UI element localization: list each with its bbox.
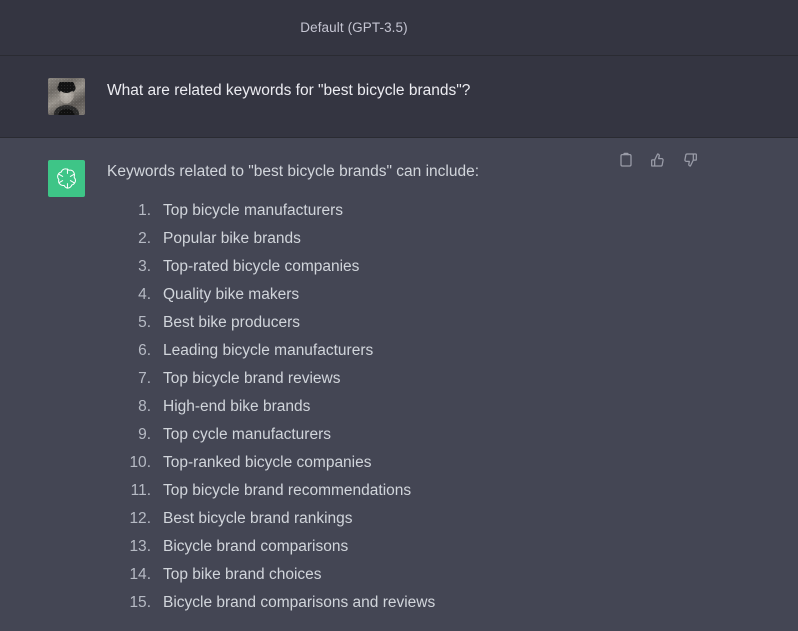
user-message-text: What are related keywords for "best bicy… (107, 78, 658, 103)
list-item: Leading bicycle manufacturers (107, 337, 658, 365)
list-item: Top bicycle brand recommendations (107, 477, 658, 505)
keyword-list: Top bicycle manufacturers Popular bike b… (107, 197, 658, 617)
model-label: Default (GPT-3.5) (300, 21, 408, 35)
assistant-message-inner: Keywords related to "best bicycle brands… (0, 138, 798, 631)
user-message-row: What are related keywords for "best bicy… (0, 56, 798, 138)
list-item: Best bike producers (107, 309, 658, 337)
list-item: Top bicycle manufacturers (107, 197, 658, 225)
list-item: Top bicycle brand reviews (107, 365, 658, 393)
message-actions (616, 150, 700, 170)
list-item: Top-ranked bicycle companies (107, 449, 658, 477)
chat-scroll-area[interactable]: What are related keywords for "best bicy… (0, 56, 798, 631)
list-item: Top cycle manufacturers (107, 421, 658, 449)
assistant-message-body: Keywords related to "best bicycle brands… (107, 160, 798, 617)
copy-icon[interactable] (616, 150, 636, 170)
openai-logo-icon (48, 160, 85, 197)
list-item: Bicycle brand comparisons (107, 533, 658, 561)
list-item: Top bike brand choices (107, 561, 658, 589)
user-photo-avatar (48, 78, 85, 115)
user-message-body: What are related keywords for "best bicy… (107, 78, 798, 115)
list-item: Quality bike makers (107, 281, 658, 309)
assistant-lead-text: Keywords related to "best bicycle brands… (107, 160, 658, 185)
user-message-inner: What are related keywords for "best bicy… (0, 56, 798, 137)
list-item: Popular bike brands (107, 225, 658, 253)
chatgpt-window: Default (GPT-3.5) What are related keywo… (0, 0, 798, 631)
thumbs-up-icon[interactable] (648, 150, 668, 170)
list-item: Top-rated bicycle companies (107, 253, 658, 281)
thumbs-down-icon[interactable] (680, 150, 700, 170)
list-item: Bicycle brand comparisons and reviews (107, 589, 658, 617)
list-item: Best bicycle brand rankings (107, 505, 658, 533)
list-item: High-end bike brands (107, 393, 658, 421)
chat-header: Default (GPT-3.5) (0, 0, 798, 56)
assistant-message-row: Keywords related to "best bicycle brands… (0, 138, 798, 631)
